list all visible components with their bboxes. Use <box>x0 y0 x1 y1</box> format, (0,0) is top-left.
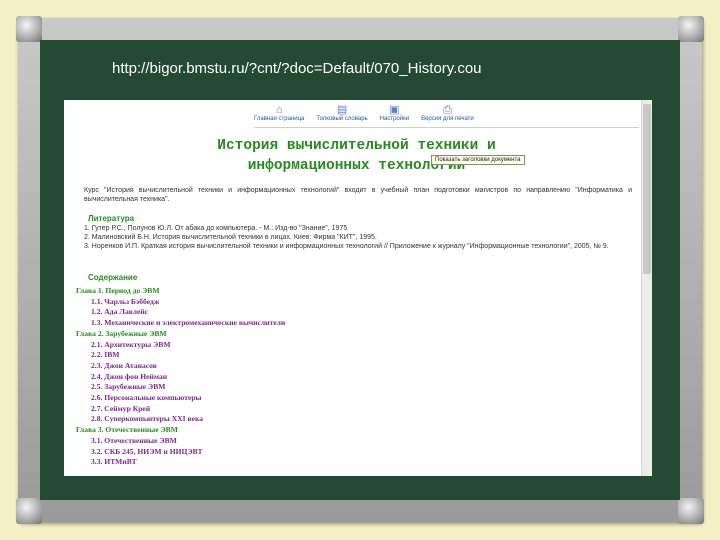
toc-section-link[interactable]: 2.6. Персональные компьютеры <box>76 393 476 404</box>
frame-corner-top-right <box>678 16 704 42</box>
toc-section-link[interactable]: 2.4. Джон фон Нейман <box>76 372 476 383</box>
toc-section-link[interactable]: 2.2. IBM <box>76 350 476 361</box>
frame-corner-top-left <box>16 16 42 42</box>
print-icon: ⎙ <box>443 104 452 116</box>
scrollbar-thumb[interactable] <box>643 104 651 274</box>
toolbar-home[interactable]: ⌂ Главная страница <box>254 104 304 126</box>
toc-section-link[interactable]: 2.7. Сеймур Крей <box>76 404 476 415</box>
toc-section-link[interactable]: 1.1. Чарльз Бэббедж <box>76 297 476 308</box>
toc-section-link[interactable]: 3.1. Отечественные ЭВМ <box>76 436 476 447</box>
contents-heading: Содержание <box>88 273 138 282</box>
table-of-contents: Глава 1. Период до ЭВМ 1.1. Чарльз Бэббед… <box>76 286 476 468</box>
toc-chapter-link[interactable]: Глава 1. Период до ЭВМ <box>76 286 476 297</box>
toc-section-link[interactable]: 2.3. Джон Атанасов <box>76 361 476 372</box>
toc-section-link[interactable]: 1.2. Ада Лавлейс <box>76 307 476 318</box>
literature-item: 2. Малиновский Б.Н. История вычислительн… <box>84 234 377 241</box>
intro-text: Курс "История вычислительной техники и и… <box>84 187 632 203</box>
toolbar-divider <box>254 127 639 128</box>
toolbar-print[interactable]: ⎙ Версия для печати <box>421 104 474 126</box>
toc-section-link[interactable]: 3.2. СКБ 245, НИЭМ и НИЦЭВТ <box>76 447 476 458</box>
literature-heading: Литература <box>88 214 135 223</box>
toc-chapter-link[interactable]: Глава 3. Отечественные ЭВМ <box>76 425 476 436</box>
book-icon: ▤ <box>336 104 348 116</box>
tooltip: Показать заголовки документа <box>431 155 525 165</box>
toc-section-link[interactable]: 3.3. ИТМиВТ <box>76 457 476 468</box>
toolbar-dictionary[interactable]: ▤ Толковый словарь <box>316 104 367 126</box>
scrollbar[interactable] <box>641 100 652 476</box>
frame-corner-bottom-right <box>678 498 704 524</box>
url-caption: http://bigor.bmstu.ru/?cnt/?doc=Default/… <box>112 60 482 77</box>
frame-corner-bottom-left <box>16 498 42 524</box>
toc-section-link[interactable]: 2.1. Архитектуры ЭВМ <box>76 340 476 351</box>
literature-item: 3. Норенков И.П. Краткая история вычисли… <box>84 243 609 250</box>
site-toolbar: ⌂ Главная страница ▤ Толковый словарь ▣ Нас… <box>254 104 564 126</box>
toc-section-link[interactable]: 2.5. Зарубежные ЭВМ <box>76 382 476 393</box>
browser-screenshot: ⌂ Главная страница ▤ Толковый словарь ▣ Нас… <box>64 100 652 476</box>
literature-item: 1. Гутер Р.С., Полунов Ю.Л. От абака до … <box>84 225 348 232</box>
toolbar-settings[interactable]: ▣ Настройки <box>380 104 409 126</box>
literature-list: 1. Гутер Р.С., Полунов Ю.Л. От абака до … <box>84 225 636 252</box>
home-icon: ⌂ <box>275 104 283 116</box>
toc-section-link[interactable]: 1.3. Механические и электромеханические … <box>76 318 476 329</box>
toc-section-link[interactable]: 2.8. Суперкомпьютеры XXI века <box>76 414 476 425</box>
settings-icon: ▣ <box>389 104 400 116</box>
toc-chapter-link[interactable]: Глава 2. Зарубежные ЭВМ <box>76 329 476 340</box>
